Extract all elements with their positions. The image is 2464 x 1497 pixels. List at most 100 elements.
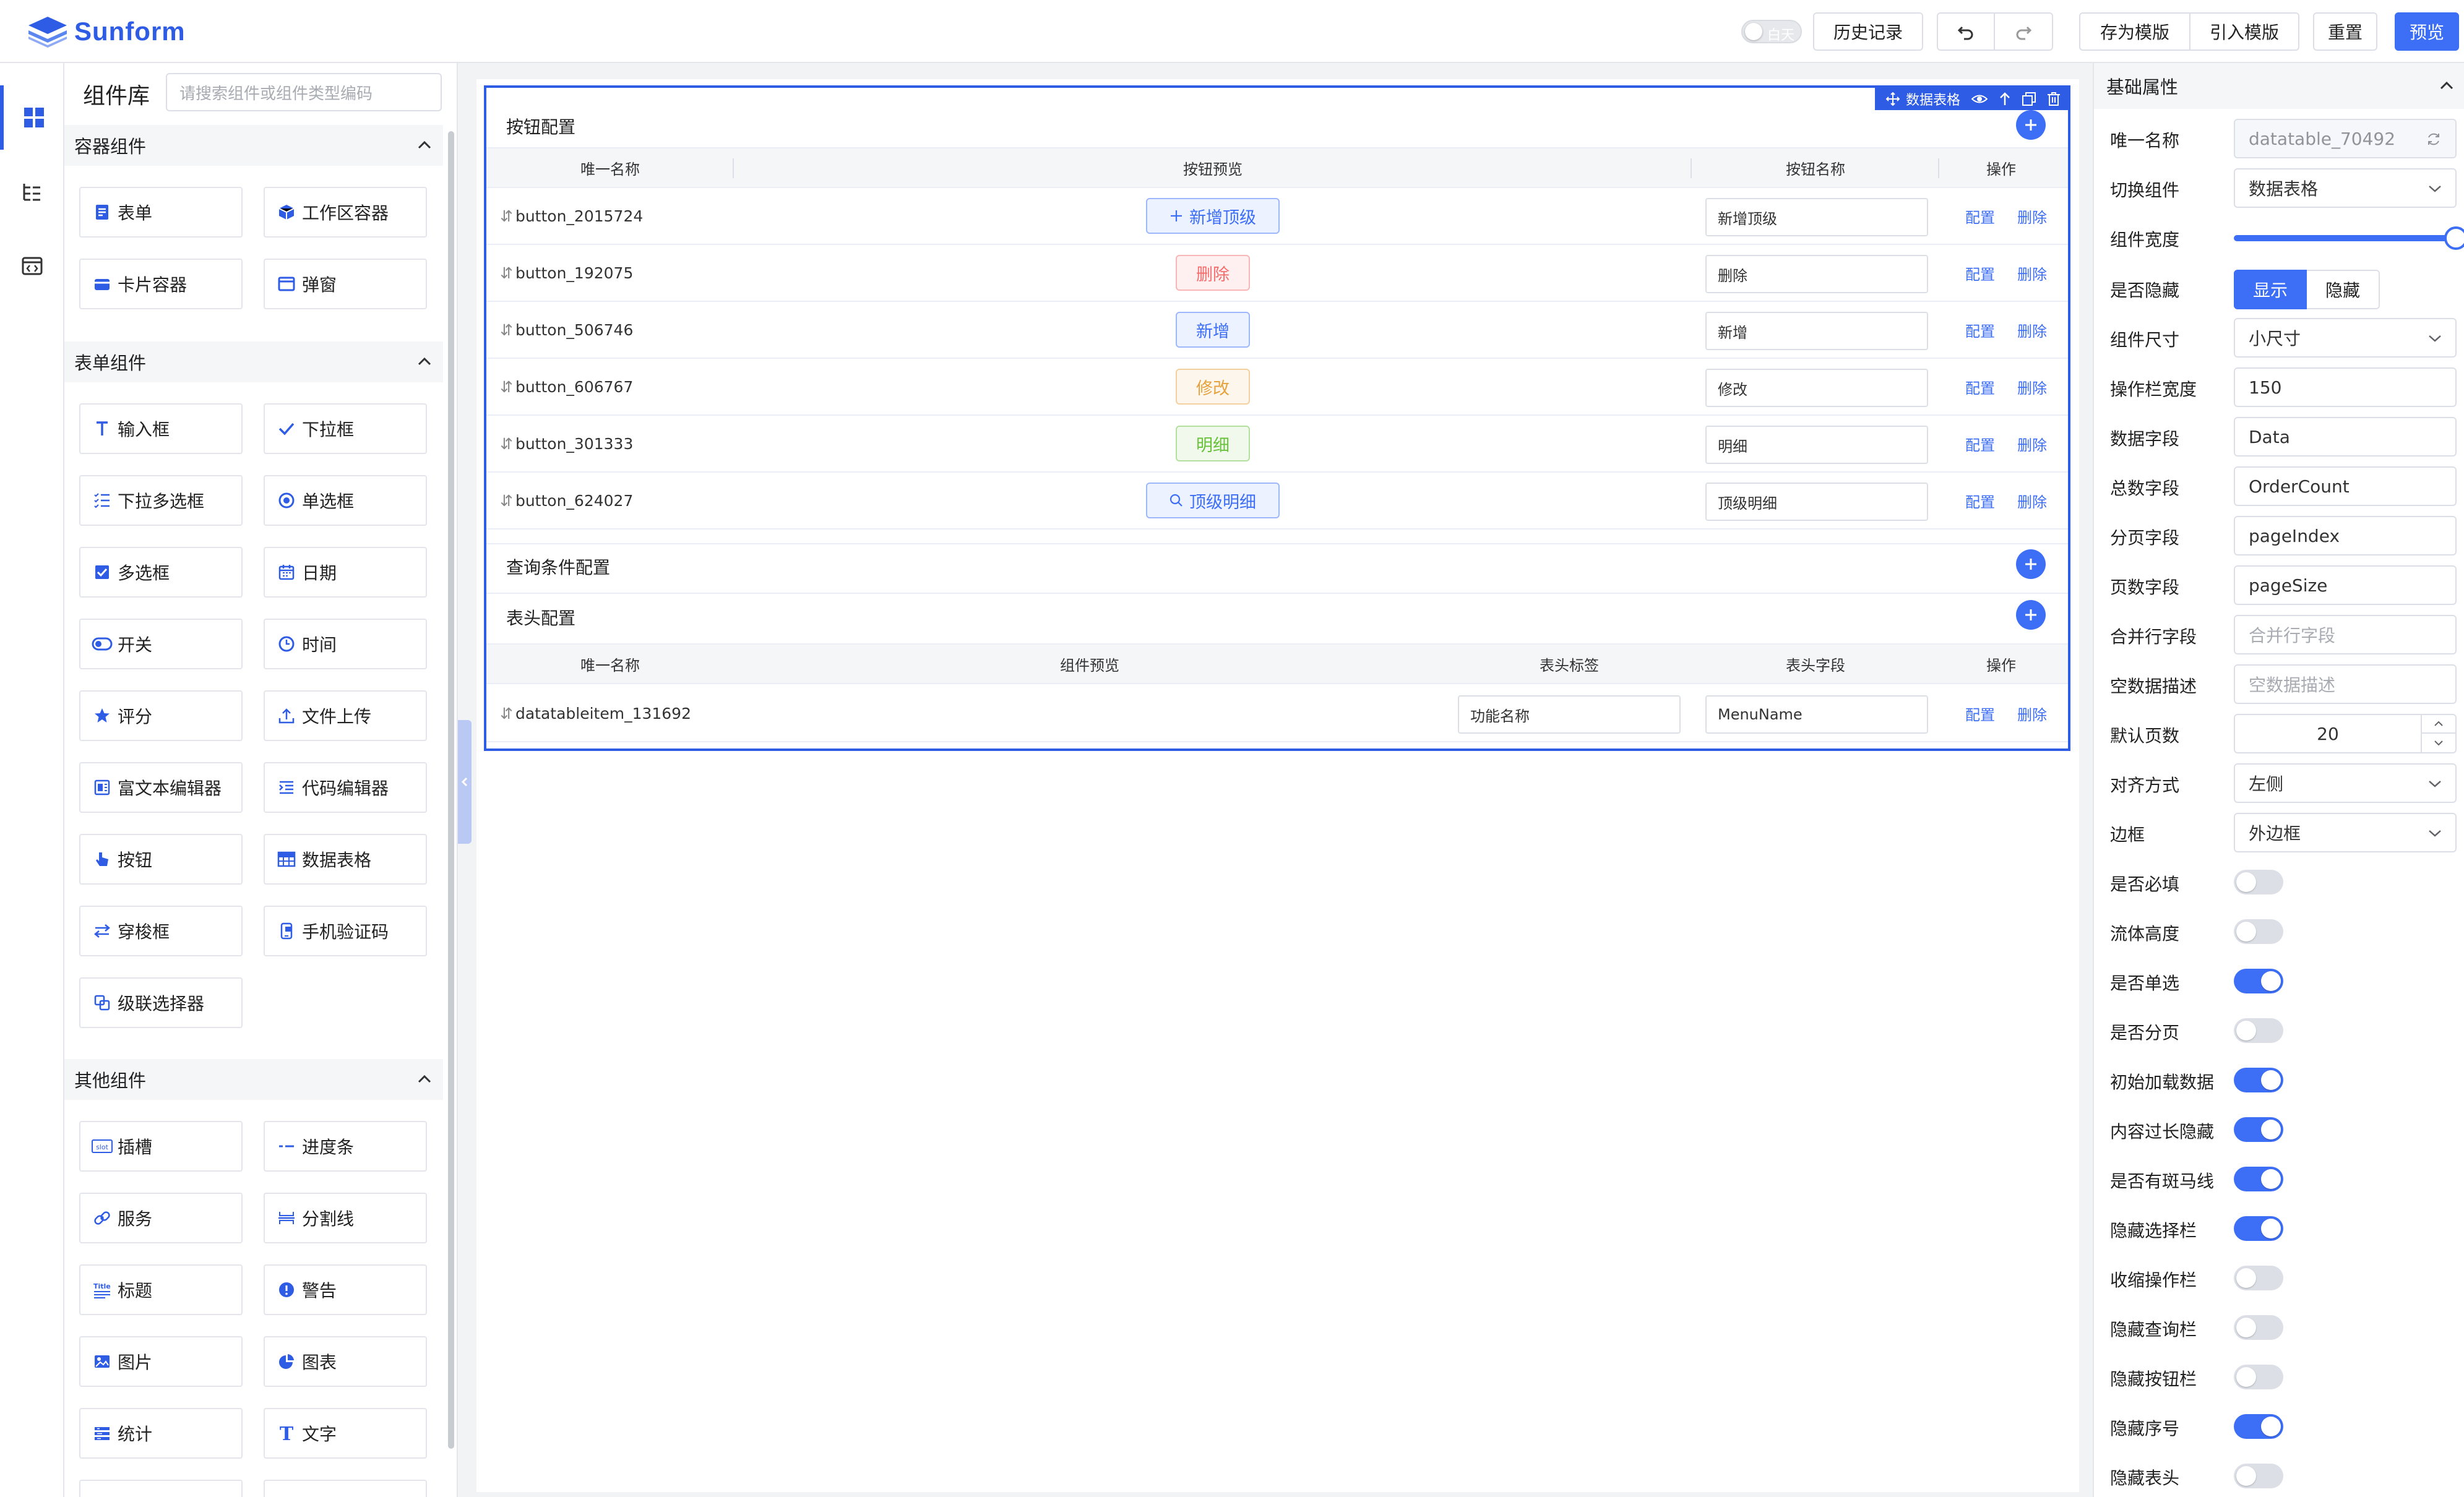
single-select-switch[interactable] xyxy=(2234,969,2283,993)
component-divider[interactable]: 分割线 xyxy=(264,1193,427,1243)
fluid-height-switch[interactable] xyxy=(2234,919,2283,944)
datatable-widget[interactable]: 数据表格 按钮配置 唯一名称 按钮预览 按钮名称 操作 ⇵ button_201… xyxy=(484,85,2070,751)
button-preview[interactable]: 明细 xyxy=(1176,426,1250,461)
delete-link[interactable]: 删除 xyxy=(2017,359,2047,414)
delete-link[interactable]: 删除 xyxy=(2017,302,2047,358)
move-icon[interactable] xyxy=(1885,92,1900,106)
collapse-op-switch[interactable] xyxy=(2234,1266,2283,1290)
config-link[interactable]: 配置 xyxy=(1965,245,1995,301)
align-select[interactable]: 左侧 xyxy=(2234,763,2457,803)
pagesize-field-input[interactable]: pageSize xyxy=(2234,565,2457,605)
redo-button[interactable] xyxy=(1994,12,2053,51)
reset-button[interactable]: 重置 xyxy=(2313,12,2377,51)
header-field-input[interactable]: MenuName xyxy=(1705,695,1928,734)
drag-handle-icon[interactable]: ⇵ xyxy=(500,435,513,453)
component-text[interactable]: T 文字 xyxy=(264,1408,427,1459)
merge-field-input[interactable]: 合并行字段 xyxy=(2234,615,2457,654)
delete-link[interactable]: 删除 xyxy=(2017,685,2047,741)
component-cascader[interactable]: 级联选择器 xyxy=(79,977,243,1028)
component-service[interactable]: 服务 xyxy=(79,1193,243,1243)
component-form[interactable]: 表单 xyxy=(79,187,243,238)
button-name-input[interactable]: 明细 xyxy=(1705,426,1928,464)
border-select[interactable]: 外边框 xyxy=(2234,813,2457,852)
rail-components[interactable] xyxy=(0,85,64,150)
total-field-input[interactable]: OrderCount xyxy=(2234,466,2457,506)
component-time[interactable]: 时间 xyxy=(264,619,427,669)
design-canvas[interactable]: 数据表格 按钮配置 唯一名称 按钮预览 按钮名称 操作 ⇵ button_201… xyxy=(476,79,2079,1492)
config-link[interactable]: 配置 xyxy=(1965,473,1995,528)
button-preview[interactable]: 删除 xyxy=(1176,255,1250,291)
component-richtext[interactable]: 富文本编辑器 xyxy=(79,762,243,813)
button-preview[interactable]: 新增顶级 xyxy=(1146,198,1280,234)
component-dialog[interactable]: 弹窗 xyxy=(264,259,427,309)
config-link[interactable]: 配置 xyxy=(1965,416,1995,471)
component-button[interactable]: 按钮 xyxy=(79,834,243,885)
header-label-input[interactable]: 功能名称 xyxy=(1458,695,1681,734)
button-name-input[interactable]: 删除 xyxy=(1705,255,1928,293)
component-statistic[interactable]: 统计 xyxy=(79,1408,243,1459)
collapse-handle[interactable] xyxy=(458,720,472,844)
hide-index-switch[interactable] xyxy=(2234,1414,2283,1439)
props-header[interactable]: 基础属性 xyxy=(2094,63,2464,109)
drag-handle-icon[interactable]: ⇵ xyxy=(500,378,513,396)
init-load-switch[interactable] xyxy=(2234,1068,2283,1092)
component-datatable[interactable]: 数据表格 xyxy=(264,834,427,885)
button-name-input[interactable]: 新增顶级 xyxy=(1705,198,1928,236)
required-switch[interactable] xyxy=(2234,870,2283,894)
component-title[interactable]: Title 标题 xyxy=(79,1264,243,1315)
component-sms-code[interactable]: 手机验证码 xyxy=(264,906,427,956)
increment-icon[interactable] xyxy=(2422,715,2455,734)
decrement-icon[interactable] xyxy=(2422,734,2455,752)
component-progress[interactable]: 进度条 xyxy=(264,1121,427,1172)
copy-icon[interactable] xyxy=(2022,92,2036,106)
button-preview[interactable]: 修改 xyxy=(1176,369,1250,405)
preview-button[interactable]: 预览 xyxy=(2395,12,2459,51)
delete-link[interactable]: 删除 xyxy=(2017,245,2047,301)
overflow-hide-switch[interactable] xyxy=(2234,1117,2283,1142)
hide-query-switch[interactable] xyxy=(2234,1315,2283,1340)
component-image[interactable]: 图片 xyxy=(79,1336,243,1387)
delete-link[interactable]: 删除 xyxy=(2017,473,2047,528)
width-slider-handle[interactable] xyxy=(2444,226,2464,250)
add-button-config[interactable] xyxy=(2016,110,2046,140)
rail-outline[interactable] xyxy=(0,160,64,224)
section-container[interactable]: 容器组件 xyxy=(64,125,443,166)
component-code-editor[interactable]: 代码编辑器 xyxy=(264,762,427,813)
data-field-input[interactable]: Data xyxy=(2234,417,2457,457)
component-switch[interactable]: 开关 xyxy=(79,619,243,669)
component-workspace[interactable]: 工作区容器 xyxy=(264,187,427,238)
component-more-2[interactable] xyxy=(264,1480,427,1497)
button-name-input[interactable]: 新增 xyxy=(1705,312,1928,350)
drag-handle-icon[interactable]: ⇵ xyxy=(500,207,513,225)
eye-icon[interactable] xyxy=(1971,92,1988,106)
switch-component-select[interactable]: 数据表格 xyxy=(2234,168,2457,208)
hide-header-switch[interactable] xyxy=(2234,1464,2283,1488)
config-link[interactable]: 配置 xyxy=(1965,359,1995,414)
component-alert[interactable]: 警告 xyxy=(264,1264,427,1315)
default-pagesize-stepper[interactable]: 20 xyxy=(2234,714,2457,753)
component-input[interactable]: 输入框 xyxy=(79,403,243,454)
add-query-config[interactable] xyxy=(2016,549,2046,579)
drag-handle-icon[interactable]: ⇵ xyxy=(500,705,513,723)
size-select[interactable]: 小尺寸 xyxy=(2234,318,2457,358)
component-rate[interactable]: 评分 xyxy=(79,690,243,741)
component-card[interactable]: 卡片容器 xyxy=(79,259,243,309)
config-link[interactable]: 配置 xyxy=(1965,188,1995,244)
hide-buttons-switch[interactable] xyxy=(2234,1365,2283,1389)
button-name-input[interactable]: 顶级明细 xyxy=(1705,483,1928,521)
rail-code[interactable] xyxy=(0,234,64,298)
unique-name-input[interactable]: datatable_70492 xyxy=(2234,119,2457,158)
component-date[interactable]: 日期 xyxy=(264,547,427,598)
component-upload[interactable]: 文件上传 xyxy=(264,690,427,741)
component-chart[interactable]: 图表 xyxy=(264,1336,427,1387)
library-search-input[interactable]: 请搜索组件或组件类型编码 xyxy=(166,73,442,111)
stripe-switch[interactable] xyxy=(2234,1167,2283,1191)
section-form[interactable]: 表单组件 xyxy=(64,341,443,382)
component-select[interactable]: 下拉框 xyxy=(264,403,427,454)
theme-toggle[interactable]: 白天 xyxy=(1741,20,1802,43)
show-option[interactable]: 显示 xyxy=(2234,270,2307,309)
drag-handle-icon[interactable]: ⇵ xyxy=(500,492,513,510)
hide-option[interactable]: 隐藏 xyxy=(2307,270,2380,309)
component-checkbox[interactable]: 多选框 xyxy=(79,547,243,598)
button-preview[interactable]: 新增 xyxy=(1176,312,1250,348)
